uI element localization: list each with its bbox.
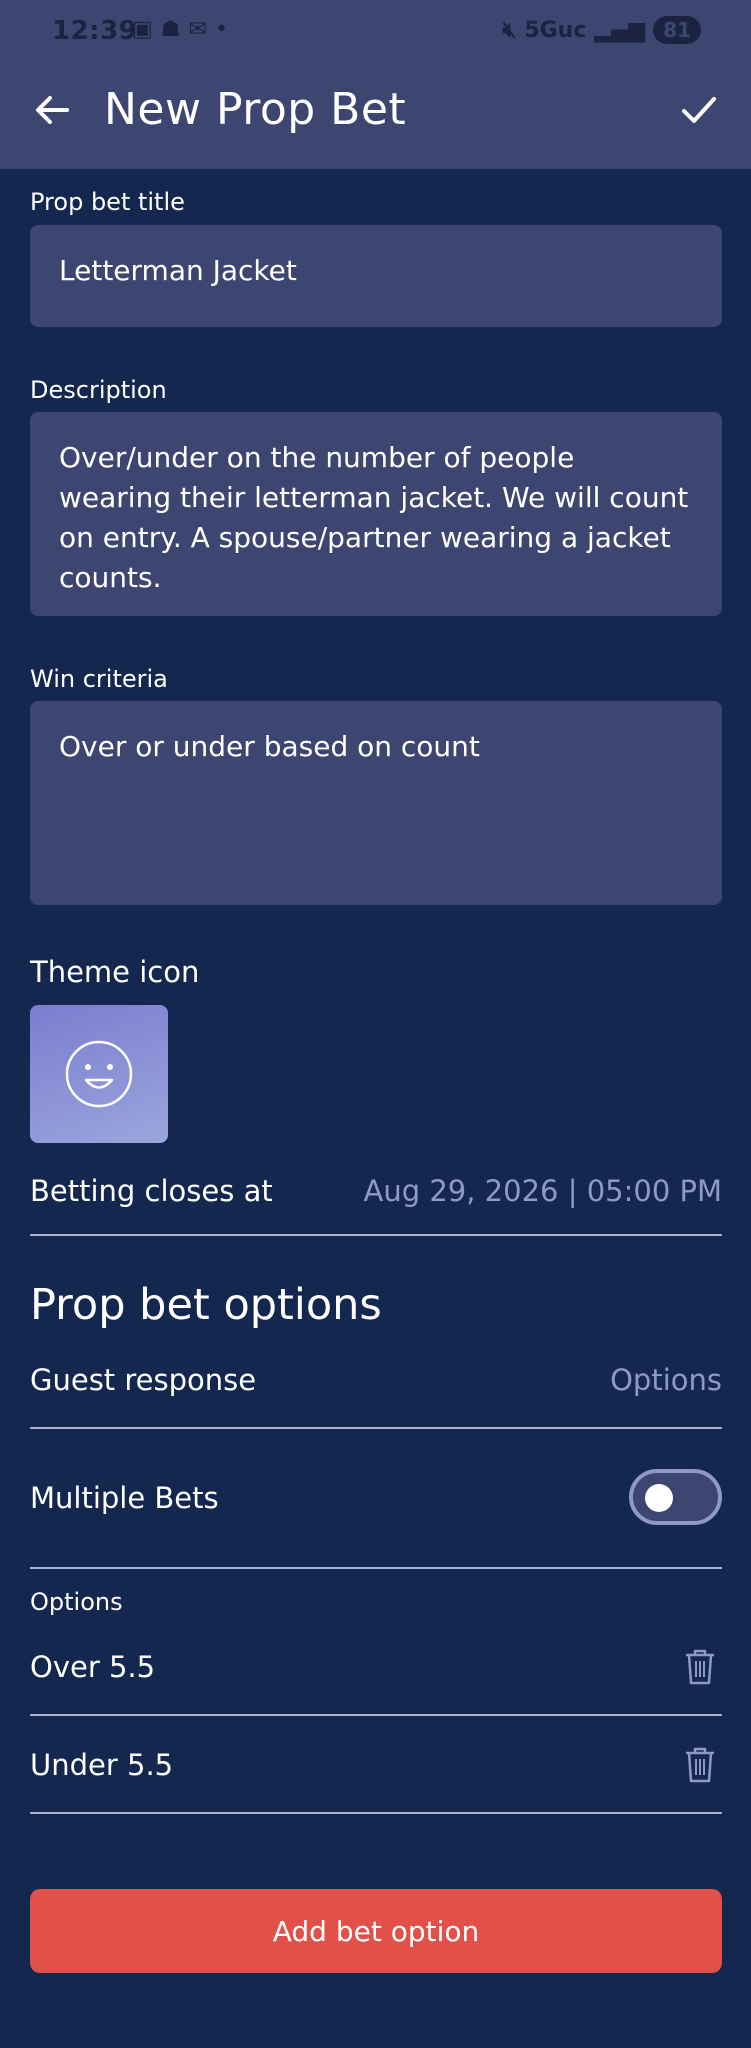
trash-icon[interactable] [684,1746,716,1784]
description-input[interactable]: Over/under on the number of people weari… [30,412,722,616]
page-title: New Prop Bet [104,84,407,135]
trash-icon[interactable] [684,1648,716,1686]
multiple-bets-label: Multiple Bets [30,1481,219,1515]
toggle-knob [645,1484,673,1512]
dot-icon: • [214,17,228,42]
betting-closes-label: Betting closes at [30,1174,273,1208]
network-type: 5Guc [524,17,587,43]
description-field-label: Description [30,376,167,404]
gmail-icon: ✉ [188,17,207,42]
snapchat-icon: ☗ [160,17,181,42]
bet-option-label: Over 5.5 [30,1650,156,1684]
betting-closes-value[interactable]: Aug 29, 2026 | 05:00 PM [364,1174,723,1208]
smiley-face-icon [65,1040,133,1108]
title-input[interactable]: Letterman Jacket [30,225,722,327]
multiple-bets-row: Multiple Bets [30,1429,722,1569]
prop-bet-options-heading: Prop bet options [30,1280,382,1330]
screenshot-icon: ▣ [132,17,153,42]
bet-option-row[interactable]: Under 5.5 [30,1716,722,1814]
bet-option-label: Under 5.5 [30,1748,174,1782]
guest-response-row[interactable]: Guest response Options [30,1355,722,1429]
theme-icon-picker[interactable] [30,1005,168,1143]
check-icon [682,97,716,123]
guest-response-value[interactable]: Options [610,1363,722,1397]
arrow-left-icon [36,96,69,124]
signal-icon: ▂▄▆ [594,17,646,43]
guest-response-label: Guest response [30,1363,257,1397]
win-criteria-field-label: Win criteria [30,665,168,693]
theme-icon-label: Theme icon [30,955,200,989]
options-label: Options [30,1588,123,1616]
notification-icons: ▣ ☗ ✉ • [132,18,228,42]
win-criteria-input[interactable]: Over or under based on count [30,701,722,905]
battery-level: 81 [653,16,701,44]
multiple-bets-toggle[interactable] [629,1469,722,1525]
title-field-label: Prop bet title [30,188,185,216]
app-header: 12:39 ▣ ☗ ✉ • 🔇︎ 5Guc ▂▄▆ 81 New Prop Be… [0,0,751,169]
bet-option-row[interactable]: Over 5.5 [30,1618,722,1716]
save-button[interactable] [677,88,721,132]
status-time: 12:39 [52,16,138,46]
system-icons: 🔇︎ 5Guc ▂▄▆ 81 [502,16,701,44]
betting-closes-row[interactable]: Betting closes at Aug 29, 2026 | 05:00 P… [30,1160,722,1236]
back-button[interactable] [30,88,74,132]
mute-icon: 🔇︎ [502,17,517,43]
status-bar: 12:39 ▣ ☗ ✉ • 🔇︎ 5Guc ▂▄▆ 81 [0,0,751,64]
add-bet-option-button[interactable]: Add bet option [30,1889,722,1973]
